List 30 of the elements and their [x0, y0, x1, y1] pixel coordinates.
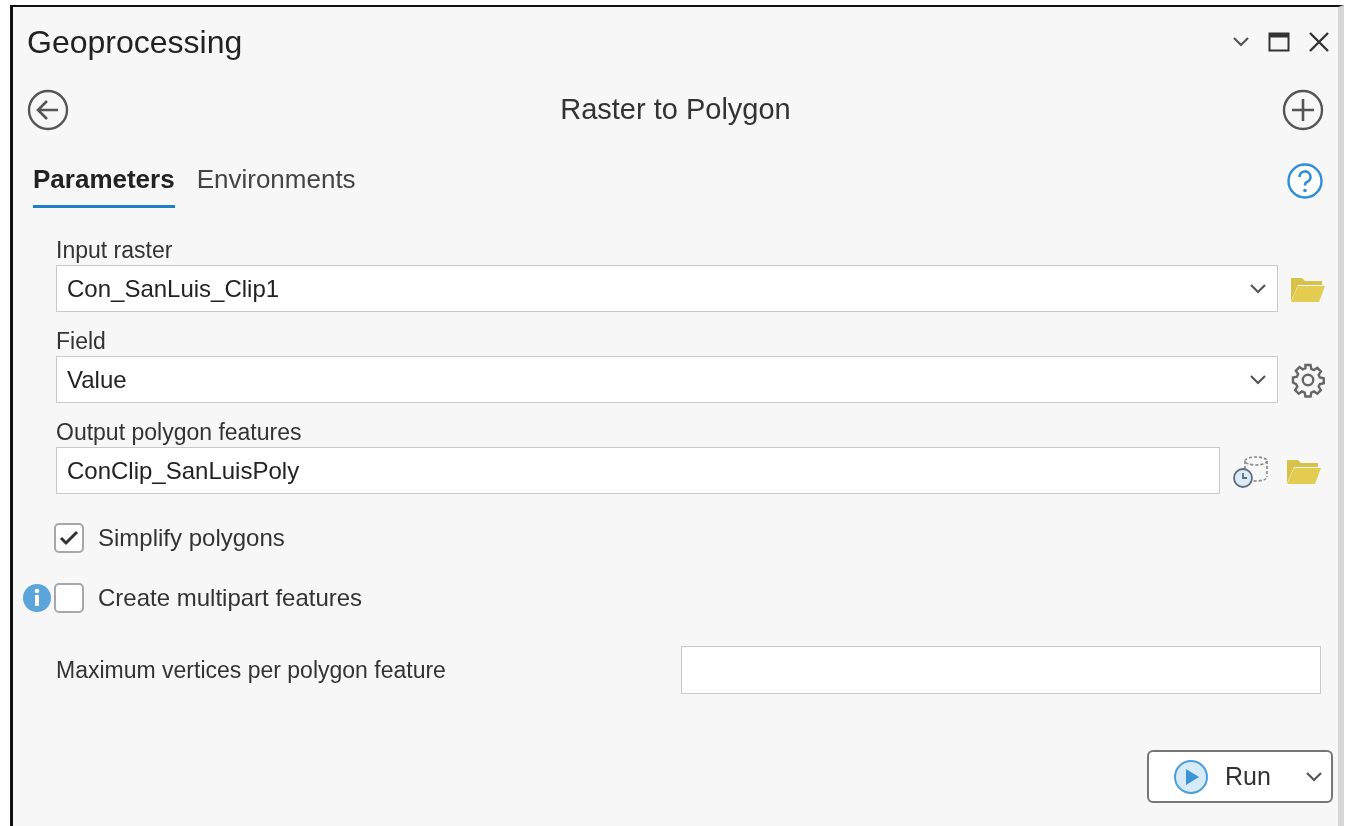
chevron-down-icon	[1249, 373, 1267, 386]
checkbox-label: Create multipart features	[98, 583, 363, 613]
chevron-down-icon	[1249, 282, 1267, 295]
info-icon[interactable]	[22, 583, 52, 613]
window-title: Geoprocessing	[27, 23, 243, 62]
chevron-down-icon	[1232, 36, 1250, 48]
parameter-label: Maximum vertices per polygon feature	[56, 655, 446, 685]
input-field[interactable]	[681, 646, 1321, 694]
parameter-label: Field	[55, 327, 107, 356]
tool-title: Raster to Polygon	[560, 92, 791, 128]
chevron-down-icon	[1305, 770, 1323, 783]
checkbox[interactable]	[54, 583, 84, 613]
play-icon	[1173, 758, 1209, 795]
checkmark-icon	[59, 530, 79, 546]
add-icon[interactable]	[1282, 89, 1324, 131]
close-icon[interactable]	[1308, 31, 1330, 53]
back-icon[interactable]	[27, 89, 69, 131]
checkbox[interactable]	[54, 523, 84, 553]
parameter-label: Output polygon features	[55, 418, 303, 447]
tab[interactable]: Environments	[196, 154, 356, 208]
input-field[interactable]: ConClip_SanLuisPoly	[56, 447, 1220, 494]
checkbox-label: Simplify polygons	[98, 523, 285, 553]
maximize-icon[interactable]	[1268, 32, 1290, 52]
parameter-label: Input raster	[55, 236, 174, 265]
dropdown-field[interactable]: Con_SanLuis_Clip1	[56, 265, 1278, 312]
run-button[interactable]: Run	[1147, 750, 1333, 803]
dropdown-field[interactable]: Value	[56, 356, 1278, 403]
help-icon[interactable]	[1286, 162, 1324, 200]
tab[interactable]: Parameters	[33, 154, 175, 208]
gear-icon[interactable]	[1290, 361, 1326, 398]
